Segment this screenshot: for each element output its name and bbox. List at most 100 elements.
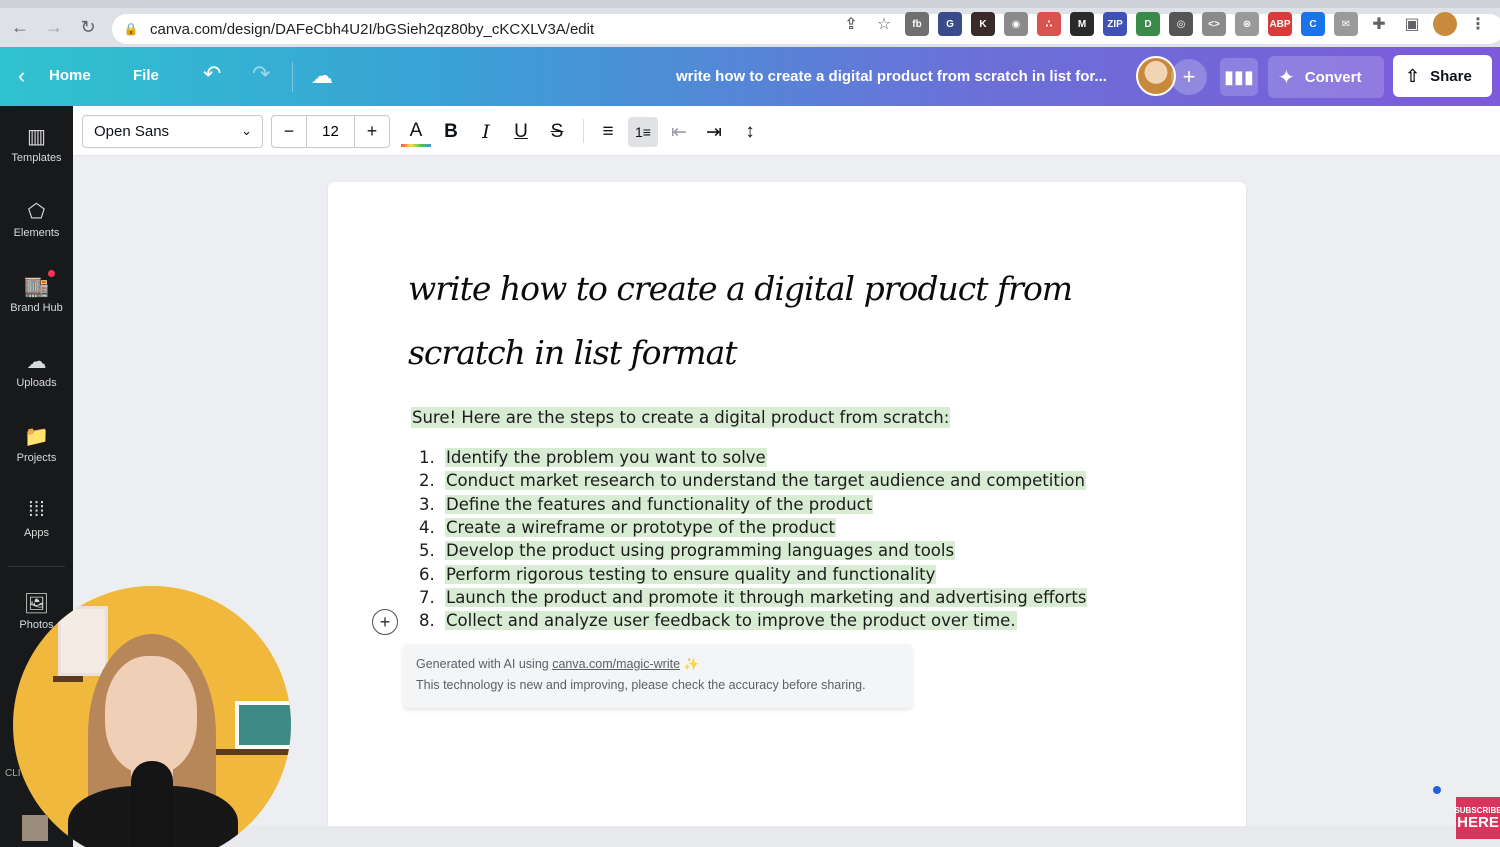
redo-icon[interactable]: ↷ <box>252 61 270 87</box>
subscribe-badge: SUBSCRIBE HERE <box>1454 797 1500 839</box>
sidebar-item-brand-hub[interactable]: 🏬 Brand Hub <box>0 270 73 334</box>
sidebar-item-label: Brand Hub <box>10 302 63 314</box>
chevron-left-icon[interactable]: ‹ <box>18 63 25 89</box>
undo-icon[interactable]: ↶ <box>203 61 221 87</box>
magic-write-link[interactable]: canva.com/magic-write <box>552 657 680 671</box>
camera-icon[interactable]: ◉ <box>1004 12 1028 36</box>
chevron-down-icon: ⌄ <box>241 123 252 138</box>
sidebar-item-apps[interactable]: ⁞⁞⁞ Apps <box>0 499 73 559</box>
design-page[interactable]: write how to create a digital product fr… <box>328 182 1246 847</box>
list-text: Define the features and functionality of… <box>445 494 874 514</box>
cli-label: CLI <box>5 768 21 779</box>
ext-icon-6[interactable]: D <box>1136 12 1160 36</box>
design-title[interactable]: write how to create a digital product fr… <box>676 68 1107 85</box>
indent-icon[interactable]: ⇥ <box>699 117 729 147</box>
list-item[interactable]: 5. Develop the product using programming … <box>412 539 1087 562</box>
ext-icon-1[interactable]: fb <box>905 12 929 36</box>
sidebar-item-templates[interactable]: ▥ Templates <box>0 124 73 184</box>
magic-convert-icon: ✦ <box>1278 66 1295 89</box>
list-number: 6. <box>419 564 435 584</box>
list-item[interactable]: 4. Create a wireframe or prototype of the… <box>412 516 1087 539</box>
convert-label: Convert <box>1304 68 1362 86</box>
sidebar-item-label: Apps <box>23 527 50 539</box>
convert-button[interactable]: ✦ Convert <box>1268 56 1384 98</box>
avatar[interactable] <box>1136 56 1176 96</box>
list-number: 4. <box>419 518 435 538</box>
sidebar-item-uploads[interactable]: ☁ Uploads <box>0 349 73 409</box>
sidebar-item-projects[interactable]: 📁 Projects <box>0 424 73 484</box>
ext-icon-5[interactable]: M <box>1070 12 1094 36</box>
status-dot <box>1433 786 1441 794</box>
add-element-button[interactable]: + <box>372 609 398 635</box>
text-color-icon[interactable]: A <box>401 117 431 147</box>
list-number: 1. <box>419 448 435 468</box>
sidebar-item-elements[interactable]: ⬠ Elements <box>0 199 73 259</box>
list-item[interactable]: 7. Launch the product and promote it thro… <box>412 586 1088 609</box>
decrease-size-button[interactable]: − <box>272 116 306 147</box>
line-spacing-icon[interactable]: ↕ <box>735 117 765 147</box>
back-arrow-icon[interactable]: ← <box>6 14 34 42</box>
ai-disclaimer-line2: This technology is new and improving, pl… <box>416 678 866 692</box>
sidebar-item-label: Uploads <box>16 377 57 389</box>
list-item[interactable]: 2. Conduct market research to understand … <box>412 469 1087 492</box>
menu-dots-icon[interactable]: ⋮ <box>1466 12 1490 36</box>
browser-toolbar: ← → ↻ 🔒 canva.com/design/DAFeCbh4U2I/bGS… <box>0 0 1500 47</box>
ext-icon-3[interactable]: K <box>971 12 995 36</box>
sidebar-item-label: Elements <box>13 227 60 239</box>
italic-icon[interactable]: I <box>471 117 501 147</box>
cloud-save-icon[interactable]: ☁ <box>311 63 333 89</box>
share-button[interactable]: ⇧ Share <box>1393 55 1492 97</box>
numbered-list-icon[interactable]: 1≡ <box>628 117 658 147</box>
list-text: Collect and analyze user feedback to imp… <box>445 611 1017 631</box>
zip-icon[interactable]: ZIP <box>1103 12 1127 36</box>
shelf <box>53 676 83 682</box>
underline-icon[interactable]: U <box>506 117 536 147</box>
ext-icon-7[interactable]: ◎ <box>1169 12 1193 36</box>
ext-icon-9[interactable]: C <box>1301 12 1325 36</box>
abp-icon[interactable]: ABP <box>1268 12 1292 36</box>
ext-icon-2[interactable]: G <box>938 12 962 36</box>
ext-icon-8[interactable]: ⊛ <box>1235 12 1259 36</box>
ext-icon-4[interactable]: ∴ <box>1037 12 1061 36</box>
list-number: 8. <box>419 611 435 631</box>
align-left-icon[interactable]: ≡ <box>593 117 623 147</box>
font-size-input[interactable]: 12 <box>306 116 355 147</box>
list-item[interactable]: 8. Collect and analyze user feedback to i… <box>412 609 1087 632</box>
list-text: Perform rigorous testing to ensure quali… <box>445 564 937 584</box>
share-icon[interactable]: ⇪ <box>839 12 863 36</box>
star-icon[interactable]: ☆ <box>872 12 896 36</box>
ai-disclaimer-line1: Generated with AI using canva.com/magic-… <box>416 657 700 671</box>
intro-text[interactable]: Sure! Here are the steps to create a dig… <box>411 407 951 428</box>
profile-avatar[interactable] <box>1433 12 1457 36</box>
puzzle-icon[interactable]: ✚ <box>1367 12 1391 36</box>
font-size-stepper[interactable]: − 12 + <box>271 115 390 148</box>
list-item[interactable]: 1. Identify the problem you want to solve <box>412 446 1087 469</box>
list-item[interactable]: 6. Perform rigorous testing to ensure qua… <box>412 562 1087 585</box>
mail-icon[interactable]: ✉ <box>1334 12 1358 36</box>
add-collaborator-button[interactable]: + <box>1171 59 1207 95</box>
font-family-dropdown[interactable]: Open Sans ⌄ <box>82 115 263 148</box>
webcam-overlay <box>13 586 291 847</box>
increase-size-button[interactable]: + <box>355 116 389 147</box>
steps-list[interactable]: 1. Identify the problem you want to solve… <box>412 446 1088 632</box>
sidebar-divider <box>8 566 65 567</box>
reload-icon[interactable]: ↻ <box>74 14 102 42</box>
list-item[interactable]: 3. Define the features and functionality … <box>412 493 1087 516</box>
outdent-icon[interactable]: ⇤ <box>664 117 694 147</box>
thumbnail[interactable] <box>22 815 48 841</box>
photos-icon: 🖼 <box>23 593 50 615</box>
sidepanel-icon[interactable]: ▣ <box>1400 12 1424 36</box>
insights-chart-icon[interactable]: ▮▮▮ <box>1220 58 1258 96</box>
bold-icon[interactable]: B <box>436 117 466 147</box>
home-button[interactable]: Home <box>49 67 91 84</box>
forward-arrow-icon[interactable]: → <box>40 14 68 42</box>
list-text: Create a wireframe or prototype of the p… <box>445 518 836 538</box>
document-heading[interactable]: write how to create a digital product fr… <box>408 257 1108 385</box>
code-icon[interactable]: <> <box>1202 12 1226 36</box>
file-menu-button[interactable]: File <box>133 67 159 84</box>
url-text[interactable]: canva.com/design/DAFeCbh4U2I/bGSieh2qz80… <box>150 21 594 38</box>
upload-share-icon: ⇧ <box>1405 65 1421 86</box>
strikethrough-icon[interactable]: S <box>542 117 572 147</box>
sidebar-item-label: Projects <box>16 452 57 464</box>
brand-hub-icon: 🏬 <box>24 276 49 298</box>
